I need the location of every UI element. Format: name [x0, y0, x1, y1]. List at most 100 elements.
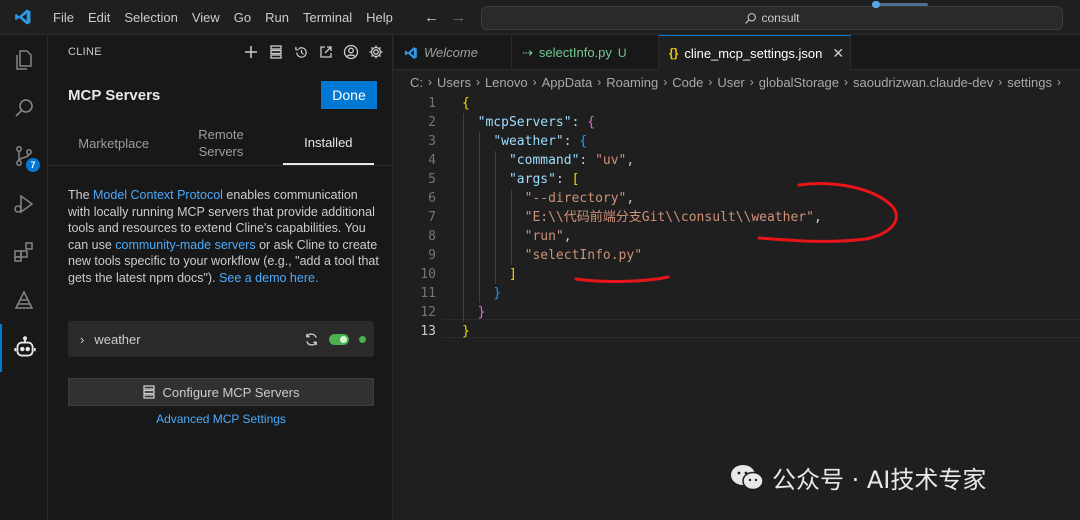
code-editor[interactable]: 1{2 "mcpServers": {3 "weather": {4 "comm… — [394, 94, 1080, 520]
line-number: 9 — [428, 248, 436, 263]
editor-tabs: Welcome ⇢ selectInfo.py U {} cline_mcp_s… — [394, 35, 1080, 70]
tab-selectinfo-py[interactable]: ⇢ selectInfo.py U — [512, 35, 659, 70]
breadcrumb-item[interactable]: settings — [1007, 75, 1052, 90]
breadcrumb-item[interactable]: saoudrizwan.claude-dev — [853, 75, 993, 90]
desc-text-1: The — [68, 188, 94, 202]
plus-icon[interactable] — [242, 43, 260, 61]
code-line[interactable]: 13} — [394, 322, 1080, 341]
code-line[interactable]: 7 "E:\\代码前端分支Git\\consult\\weather", — [394, 208, 1080, 227]
activity-bar: 7 — [0, 35, 48, 520]
chevron-right-icon: › — [1057, 75, 1062, 89]
history-icon[interactable] — [292, 43, 310, 61]
done-button[interactable]: Done — [321, 81, 377, 109]
cline-icon[interactable] — [0, 324, 48, 372]
mcp-servers-title: MCP Servers — [68, 87, 161, 104]
code-token: [ — [571, 172, 580, 187]
server-enable-toggle[interactable] — [329, 333, 349, 345]
code-token: "selectInfo.py" — [524, 248, 643, 263]
line-number: 10 — [420, 267, 436, 282]
code-line[interactable]: 8 "run", — [394, 227, 1080, 246]
source-control-icon[interactable]: 7 — [0, 132, 48, 180]
menu-edit[interactable]: Edit — [81, 0, 117, 35]
mcp-protocol-link[interactable]: Model Context Protocol — [93, 188, 223, 202]
menu-run[interactable]: Run — [258, 0, 296, 35]
code-line[interactable]: 9 "selectInfo.py" — [394, 246, 1080, 265]
line-number: 7 — [428, 210, 436, 225]
restart-icon[interactable] — [304, 332, 319, 347]
menu-selection[interactable]: Selection — [117, 0, 184, 35]
extensions-icon[interactable] — [0, 228, 48, 276]
wechat-icon — [731, 464, 764, 490]
run-debug-icon[interactable] — [0, 180, 48, 228]
code-line[interactable]: 1{ — [394, 94, 1080, 113]
breadcrumb-item[interactable]: Code — [672, 75, 703, 90]
tab-marketplace[interactable]: Marketplace — [68, 121, 159, 165]
breadcrumb-item[interactable]: User — [717, 75, 744, 90]
code-text: ] — [462, 265, 517, 284]
account-icon[interactable] — [342, 43, 360, 61]
advanced-mcp-settings-link[interactable]: Advanced MCP Settings — [68, 412, 374, 426]
mcp-description: The Model Context Protocol enables commu… — [68, 187, 380, 287]
chevron-right-icon: › — [597, 75, 602, 89]
tab-cline-mcp-settings[interactable]: {} cline_mcp_settings.json ✕ — [659, 35, 851, 70]
explorer-icon[interactable] — [0, 36, 48, 84]
settings-gear-icon[interactable] — [367, 43, 385, 61]
server-name: weather — [94, 331, 141, 347]
demo-link[interactable]: See a demo here. — [219, 271, 318, 285]
breadcrumb-item[interactable]: C: — [410, 75, 423, 90]
code-line[interactable]: 5 "args": [ — [394, 170, 1080, 189]
chevron-right-icon: › — [475, 75, 480, 89]
breadcrumb-item[interactable]: Roaming — [606, 75, 658, 90]
code-line[interactable]: 6 "--directory", — [394, 189, 1080, 208]
menu-terminal[interactable]: Terminal — [296, 0, 359, 35]
code-token: "args" — [508, 172, 556, 187]
menu-file[interactable]: File — [46, 0, 81, 35]
line-number: 6 — [428, 191, 436, 206]
close-icon[interactable]: ✕ — [832, 45, 844, 62]
remote-explorer-icon[interactable] — [0, 276, 48, 324]
command-center-search[interactable]: consult — [481, 6, 1063, 30]
menu-view[interactable]: View — [185, 0, 227, 35]
code-token: "E:\\代码前端分支Git\\consult\\weather" — [524, 210, 814, 225]
forward-arrow-icon[interactable]: → — [451, 9, 466, 26]
breadcrumb-item[interactable]: globalStorage — [759, 75, 839, 90]
code-token: "run" — [524, 229, 564, 244]
code-text: "args": [ — [462, 170, 579, 189]
code-text: "command": "uv", — [462, 151, 634, 170]
breadcrumb-item[interactable]: Users — [437, 75, 471, 90]
server-item-weather[interactable]: › weather — [68, 321, 374, 357]
progress-indicator — [872, 1, 928, 8]
chevron-right-icon: › — [708, 75, 713, 89]
chevron-right-icon: › — [998, 75, 1003, 89]
code-token: : — [555, 172, 572, 187]
menu-help[interactable]: Help — [359, 0, 400, 35]
code-line[interactable]: 12 } — [394, 303, 1080, 322]
code-line[interactable]: 4 "command": "uv", — [394, 151, 1080, 170]
tab-welcome[interactable]: Welcome — [394, 35, 512, 70]
menu-go[interactable]: Go — [227, 0, 258, 35]
search-icon[interactable] — [0, 84, 48, 132]
configure-mcp-servers-button[interactable]: Configure MCP Servers — [68, 378, 374, 406]
code-line[interactable]: 3 "weather": { — [394, 132, 1080, 151]
title-bar: File Edit Selection View Go Run Terminal… — [0, 0, 1080, 35]
open-external-icon[interactable] — [317, 43, 335, 61]
code-token: } — [477, 305, 486, 320]
code-line[interactable]: 11 } — [394, 284, 1080, 303]
chevron-right-icon[interactable]: › — [80, 332, 84, 347]
tab-installed[interactable]: Installed — [282, 121, 374, 165]
tab-remote-servers[interactable]: Remote Servers — [159, 121, 282, 165]
community-servers-link[interactable]: community-made servers — [115, 238, 255, 252]
code-line[interactable]: 2 "mcpServers": { — [394, 113, 1080, 132]
mcp-servers-icon[interactable] — [267, 43, 285, 61]
back-arrow-icon[interactable]: ← — [424, 9, 439, 26]
breadcrumb-item[interactable]: AppData — [542, 75, 593, 90]
code-token: , — [563, 229, 572, 244]
breadcrumb-item[interactable]: Lenovo — [485, 75, 528, 90]
tab-label: Welcome — [424, 45, 478, 60]
code-token: , — [813, 210, 822, 225]
code-line[interactable]: 10 ] — [394, 265, 1080, 284]
